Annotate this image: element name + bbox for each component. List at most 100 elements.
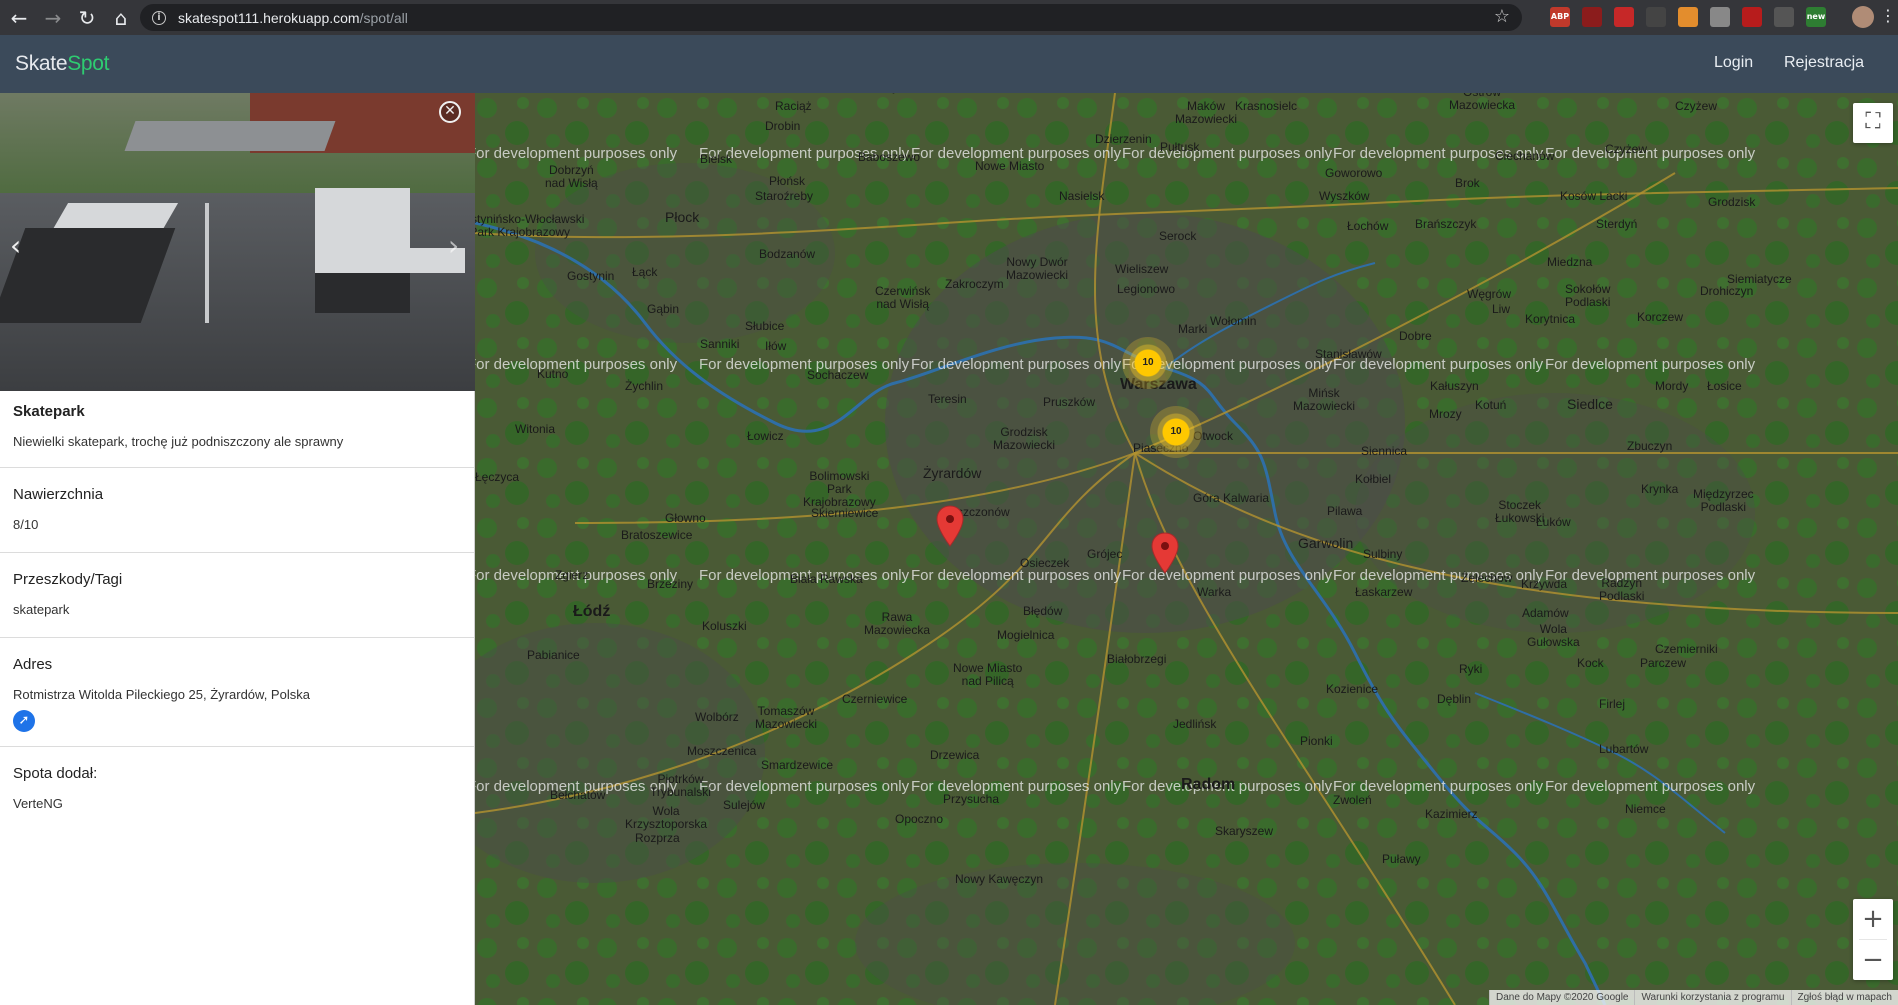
- cluster-count: 10: [1170, 426, 1182, 437]
- map-pin-marker[interactable]: [936, 505, 964, 547]
- city-label-zwolen: Zwoleń: [1333, 793, 1372, 807]
- brand-logo[interactable]: SkateSpot: [15, 52, 110, 76]
- close-icon[interactable]: ✕: [439, 101, 461, 123]
- city-label-slubice: Słubice: [745, 319, 785, 333]
- dev-watermark: For development purposes only: [1545, 356, 1756, 373]
- city-label-nowy-k: Nowy Kawęczyn: [955, 872, 1044, 886]
- marker-cluster[interactable]: 10: [1150, 406, 1202, 458]
- city-label-sulejow: Sulejów: [723, 798, 766, 812]
- marker-cluster[interactable]: 10: [1122, 337, 1174, 389]
- city-label-rozprza: Rozprza: [635, 831, 680, 845]
- photo-ramp-back: [124, 121, 336, 151]
- back-arrow-icon[interactable]: ←: [4, 3, 34, 33]
- gear-extension-icon[interactable]: [1774, 7, 1794, 27]
- red-square-icon[interactable]: [1742, 7, 1762, 27]
- orange-drop-icon[interactable]: [1678, 7, 1698, 27]
- city-label-krynka: Krynka: [1641, 482, 1679, 496]
- city-label-ostrow: Ostrów Mazowiecka: [1449, 93, 1516, 112]
- city-label-latowicz: Łaskarzew: [1355, 585, 1413, 599]
- attribution-link[interactable]: Dane do Mapy ©2020 Google: [1489, 990, 1634, 1005]
- city-label-wola-k: Wola Krzysztoporska: [625, 804, 708, 831]
- home-icon[interactable]: ⌂: [106, 3, 136, 33]
- city-label-kaluszyn: Kałuszyn: [1430, 379, 1479, 393]
- profile-avatar[interactable]: [1852, 6, 1874, 28]
- city-label-sokolow: Sokołów Podlaski: [1565, 282, 1611, 309]
- attribution-link[interactable]: Warunki korzystania z programu: [1634, 990, 1790, 1005]
- navigate-compass-icon[interactable]: ➚: [13, 710, 35, 732]
- red-hand-icon[interactable]: [1614, 7, 1634, 27]
- city-label-radzyn: Radzyń Podlaski: [1599, 576, 1645, 603]
- browser-menu-icon[interactable]: ⋮: [1880, 6, 1896, 25]
- city-label-czerniewice: Czerniewice: [842, 692, 908, 706]
- address-bar[interactable]: i skatespot111.herokuapp.com/spot/all ☆: [140, 4, 1522, 31]
- city-label-zakroczym: Zakroczym: [945, 277, 1004, 291]
- spot-title: Skatepark: [13, 403, 85, 420]
- zoom-in-button[interactable]: +: [1853, 899, 1893, 939]
- grey-square-icon[interactable]: [1710, 7, 1730, 27]
- map-pin-marker[interactable]: [1151, 532, 1179, 574]
- city-label-rawa: Rawa Mazowiecka: [864, 610, 931, 637]
- new-badge-icon[interactable]: new: [1806, 7, 1826, 27]
- city-label-miedzyrzec: Międzyrzec Podlaski: [1693, 487, 1754, 514]
- city-label-zychlin: Żychlin: [625, 379, 664, 393]
- adblock-plus-icon[interactable]: ABP: [1550, 7, 1570, 27]
- reload-icon[interactable]: ↻: [72, 3, 102, 33]
- city-label-bialobrzegi: Białobrzegi: [1107, 652, 1167, 666]
- white-circle-icon[interactable]: [1646, 7, 1666, 27]
- register-link[interactable]: Rejestracja: [1784, 54, 1864, 72]
- city-label-kolbiel: Kołbiel: [1355, 472, 1392, 486]
- city-label-stanislawow: Stanisławów: [1315, 347, 1382, 361]
- pdf-icon[interactable]: [1582, 7, 1602, 27]
- city-label-grodzisk: Grodzisk Mazowiecki: [993, 425, 1056, 452]
- city-label-zgierz: Zgierz: [555, 568, 589, 582]
- site-info-icon[interactable]: i: [152, 10, 166, 25]
- city-label-serock: Serock: [1159, 229, 1197, 243]
- login-link[interactable]: Login: [1714, 54, 1753, 72]
- dev-watermark: For development purposes only: [699, 778, 910, 795]
- city-label-siemiatycze: Siemiatycze: [1727, 272, 1792, 286]
- dev-watermark: For development purposes only: [1545, 778, 1756, 795]
- city-label-pionki: Pionki: [1300, 734, 1333, 748]
- city-label-gora-kalwaria: Góra Kalwaria: [1193, 491, 1270, 505]
- chevron-right-icon[interactable]: ›: [448, 229, 459, 262]
- obstacles-section: Przeszkody/Tagi skatepark: [0, 553, 474, 638]
- city-label-raciaz: Raciąż: [775, 99, 812, 113]
- city-label-stoczek: Stoczek Łukowski: [1495, 498, 1545, 525]
- forward-arrow-icon[interactable]: →: [38, 3, 68, 33]
- chevron-left-icon[interactable]: ‹: [10, 229, 21, 262]
- spot-header-section: Skatepark Niewielki skatepark, trochę ju…: [0, 391, 474, 468]
- city-label-losice: Łosice: [1707, 379, 1742, 393]
- city-label-ciechanow: Ciechanów: [1495, 149, 1555, 163]
- city-label-korczew: Korczew: [1637, 310, 1684, 324]
- city-label-bolimow: Bolimowski Park Krajobrazowy: [803, 469, 876, 509]
- dev-watermark: For development purposes only: [1545, 567, 1756, 584]
- city-label-nowe-miasto: Nowe Miasto nad Pilicą: [953, 661, 1023, 688]
- zoom-out-button[interactable]: −: [1853, 940, 1893, 980]
- city-label-bledow: Błędów: [1023, 604, 1063, 618]
- city-label-opoczno: Opoczno: [895, 812, 944, 826]
- dev-watermark: For development purposes only: [911, 356, 1122, 373]
- city-label-plonsk: Płońsk: [769, 174, 806, 188]
- city-label-zyrardow: Żyrardów: [923, 465, 982, 481]
- photo-box-side: [315, 273, 410, 313]
- city-label-minsk: Mińsk Mazowiecki: [1293, 386, 1356, 413]
- city-label-deblin: Dęblin: [1437, 692, 1472, 706]
- city-label-pabianice: Pabianice: [527, 648, 580, 662]
- attribution-link[interactable]: Zgłoś błąd w mapach: [1790, 990, 1898, 1005]
- city-label-lubartow: Lubartów: [1599, 742, 1649, 756]
- city-label-smardzewice: Smardzewice: [761, 758, 834, 772]
- city-label-bodzanow: Bodzanów: [759, 247, 816, 261]
- dev-watermark: For development purposes only: [1545, 145, 1756, 162]
- brand-part-spot: Spot: [67, 52, 110, 75]
- spot-photo-carousel[interactable]: ✕ ‹ ›: [0, 93, 475, 391]
- city-label-gozd: Goworowo: [1325, 166, 1383, 180]
- city-label-legionowo: Legionowo: [1117, 282, 1176, 296]
- cluster-count: 10: [1142, 357, 1154, 368]
- city-label-radom: Radom: [1181, 776, 1236, 793]
- fullscreen-icon[interactable]: ⛶: [1853, 103, 1893, 143]
- google-map[interactable]: For development purposes only For develop…: [475, 93, 1898, 1005]
- bookmark-star-icon[interactable]: ☆: [1494, 6, 1510, 27]
- dev-watermark: For development purposes only: [699, 356, 910, 373]
- city-label-firlej: Firlej: [1599, 697, 1625, 711]
- photo-ramp-left: [51, 203, 179, 231]
